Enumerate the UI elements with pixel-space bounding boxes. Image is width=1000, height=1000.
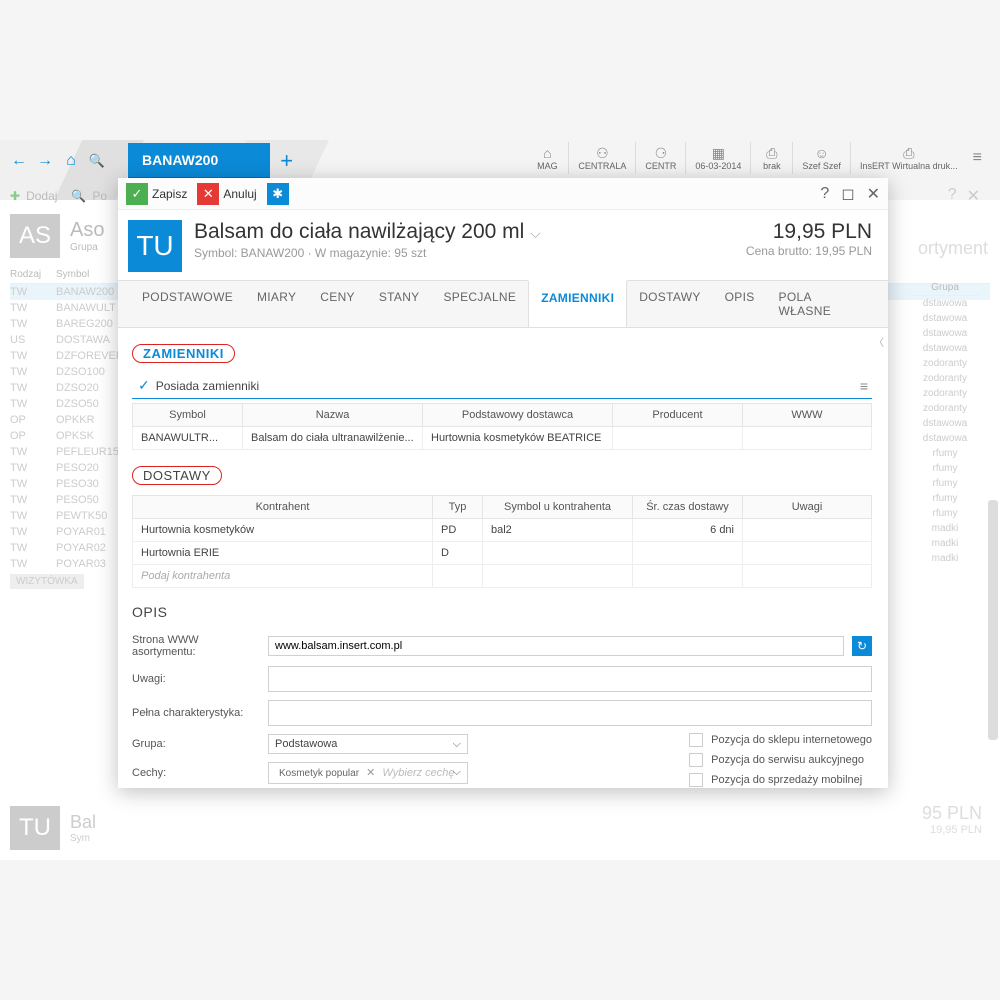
uwagi-input[interactable] — [268, 666, 872, 692]
bg-title: Aso — [70, 219, 104, 242]
nav-back-button[interactable]: ← — [8, 150, 30, 172]
has-replacements-label: Posiada zamienniki — [156, 379, 259, 393]
bg-bottom-title: Bal — [70, 812, 96, 833]
cb-shop-label: Pozycja do sklepu internetowego — [711, 734, 872, 746]
maximize-icon[interactable]: ◻ — [841, 184, 854, 204]
section-zamienniki: ZAMIENNIKI — [132, 344, 235, 363]
cb-auction-label: Pozycja do serwisu aukcyjnego — [711, 754, 864, 766]
cb-auction[interactable] — [689, 753, 703, 767]
add-supplier-row[interactable]: Podaj kontrahenta — [133, 565, 872, 588]
bg-badge: AS — [10, 214, 60, 258]
col-czas[interactable]: Śr. czas dostawy — [633, 496, 743, 519]
bg-col-rodzaj: Rodzaj — [10, 269, 56, 280]
table-row[interactable]: BANAWULTR...Balsam do ciała ultranawilże… — [133, 427, 872, 450]
help-icon[interactable]: ? — [820, 185, 829, 203]
menu-icon[interactable]: ≡ — [860, 378, 868, 394]
refresh-icon[interactable]: ↻ — [852, 636, 872, 656]
col-dostawca[interactable]: Podstawowy dostawca — [423, 404, 613, 427]
save-button[interactable]: Zapisz — [152, 187, 187, 201]
add-tab-button[interactable]: + — [280, 148, 293, 174]
nav-forward-button[interactable]: → — [34, 150, 56, 172]
status-cell[interactable]: ⌂MAG — [526, 142, 568, 174]
status-cell[interactable]: ⚆CENTR — [635, 142, 685, 174]
bg-bottom-badge: TU — [10, 806, 60, 850]
tab-stany[interactable]: STANY — [367, 281, 432, 327]
bg-wizytowka-tab: WIZYTÓWKA — [10, 574, 84, 589]
status-cell[interactable]: ⎙brak — [750, 142, 792, 174]
hamburger-icon[interactable]: ≡ — [967, 145, 988, 171]
nav-search-button[interactable]: 🔍 — [86, 150, 108, 172]
close-icon[interactable]: ✕ — [867, 184, 880, 204]
tab-miary[interactable]: MIARY — [245, 281, 308, 327]
pelna-label: Pełna charakterystyka: — [132, 707, 260, 719]
col-symbol[interactable]: Symbol — [133, 404, 243, 427]
settings-icon[interactable]: ✱ — [267, 183, 289, 205]
replacements-table: Symbol Nazwa Podstawowy dostawca Produce… — [132, 403, 872, 450]
cancel-icon[interactable]: ✕ — [197, 183, 219, 205]
grupa-label: Grupa: — [132, 738, 260, 750]
col-symbolk[interactable]: Symbol u kontrahenta — [483, 496, 633, 519]
bg-bottom-price: 95 PLN 19,95 PLN — [922, 803, 982, 836]
check-icon[interactable]: ✓ — [138, 377, 150, 394]
status-cell[interactable]: ⚇CENTRALA — [568, 142, 635, 174]
table-row[interactable]: Hurtownia ERIED — [133, 542, 872, 565]
col-typ[interactable]: Typ — [433, 496, 483, 519]
product-title: Balsam do ciała nawilżający 200 ml ⌵ — [194, 220, 541, 244]
bg-asort-label: ortyment — [918, 238, 988, 259]
cechy-label: Cechy: — [132, 767, 260, 779]
tab-specjalne[interactable]: SPECJALNE — [431, 281, 528, 327]
tab-pola własne[interactable]: POLA WŁASNE — [767, 281, 876, 327]
cb-mobile[interactable] — [689, 773, 703, 787]
section-opis: OPIS — [132, 604, 167, 620]
product-dialog: ✓ Zapisz ✕ Anuluj ✱ ? ◻ ✕ TU Balsam do c… — [118, 178, 888, 788]
cb-mobile-label: Pozycja do sprzedaży mobilnej — [711, 774, 862, 786]
grupa-select[interactable]: Podstawowa — [268, 734, 468, 754]
col-uwagi[interactable]: Uwagi — [743, 496, 872, 519]
tab-zamienniki[interactable]: ZAMIENNIKI — [528, 280, 627, 327]
tab-podstawowe[interactable]: PODSTAWOWE — [130, 281, 245, 327]
status-cell[interactable]: ☺Szef Szef — [792, 142, 850, 174]
col-kontrahent[interactable]: Kontrahent — [133, 496, 433, 519]
tab-ceny[interactable]: CENY — [308, 281, 367, 327]
product-price-sub: Cena brutto: 19,95 PLN — [746, 244, 872, 258]
tab-opis[interactable]: OPIS — [713, 281, 767, 327]
bg-bottom-sub: Sym — [70, 833, 96, 844]
scroll-up-icon[interactable]: 〈 — [874, 334, 884, 349]
suppliers-table: Kontrahent Typ Symbol u kontrahenta Śr. … — [132, 495, 872, 588]
product-price: 19,95 PLN — [746, 220, 872, 244]
cechy-select[interactable]: Kosmetyk popular ✕ Wybierz cechę — [268, 762, 468, 784]
nav-home-button[interactable]: ⌂ — [60, 150, 82, 172]
tab-dostawy[interactable]: DOSTAWY — [627, 281, 712, 327]
col-nazwa[interactable]: Nazwa — [243, 404, 423, 427]
product-subtitle: Symbol: BANAW200 · W magazynie: 95 szt — [194, 246, 541, 260]
status-cell[interactable]: ▦06-03-2014 — [685, 142, 750, 174]
uwagi-label: Uwagi: — [132, 673, 260, 685]
col-www[interactable]: WWW — [743, 404, 872, 427]
status-cell[interactable]: ⎙InsERT Wirtualna druk... — [850, 142, 967, 174]
table-row[interactable]: Hurtownia kosmetykówPDbal26 dni — [133, 519, 872, 542]
bg-col-grupa: Grupa — [910, 282, 980, 296]
www-input[interactable] — [268, 636, 844, 656]
cb-shop[interactable] — [689, 733, 703, 747]
www-label: Strona WWW asortymentu: — [132, 634, 260, 658]
col-producent[interactable]: Producent — [613, 404, 743, 427]
section-dostawy: DOSTAWY — [132, 466, 222, 485]
save-icon[interactable]: ✓ — [126, 183, 148, 205]
bg-scrollbar[interactable] — [988, 500, 998, 740]
bg-subtitle: Grupa — [70, 242, 104, 253]
cancel-button[interactable]: Anuluj — [223, 187, 256, 201]
product-badge: TU — [128, 220, 182, 272]
status-bar: ⌂MAG⚇CENTRALA⚆CENTR▦06-03-2014⎙brak☺Szef… — [526, 142, 988, 174]
pelna-input[interactable] — [268, 700, 872, 726]
breadcrumb-tab[interactable]: BANAW200 — [128, 143, 270, 180]
